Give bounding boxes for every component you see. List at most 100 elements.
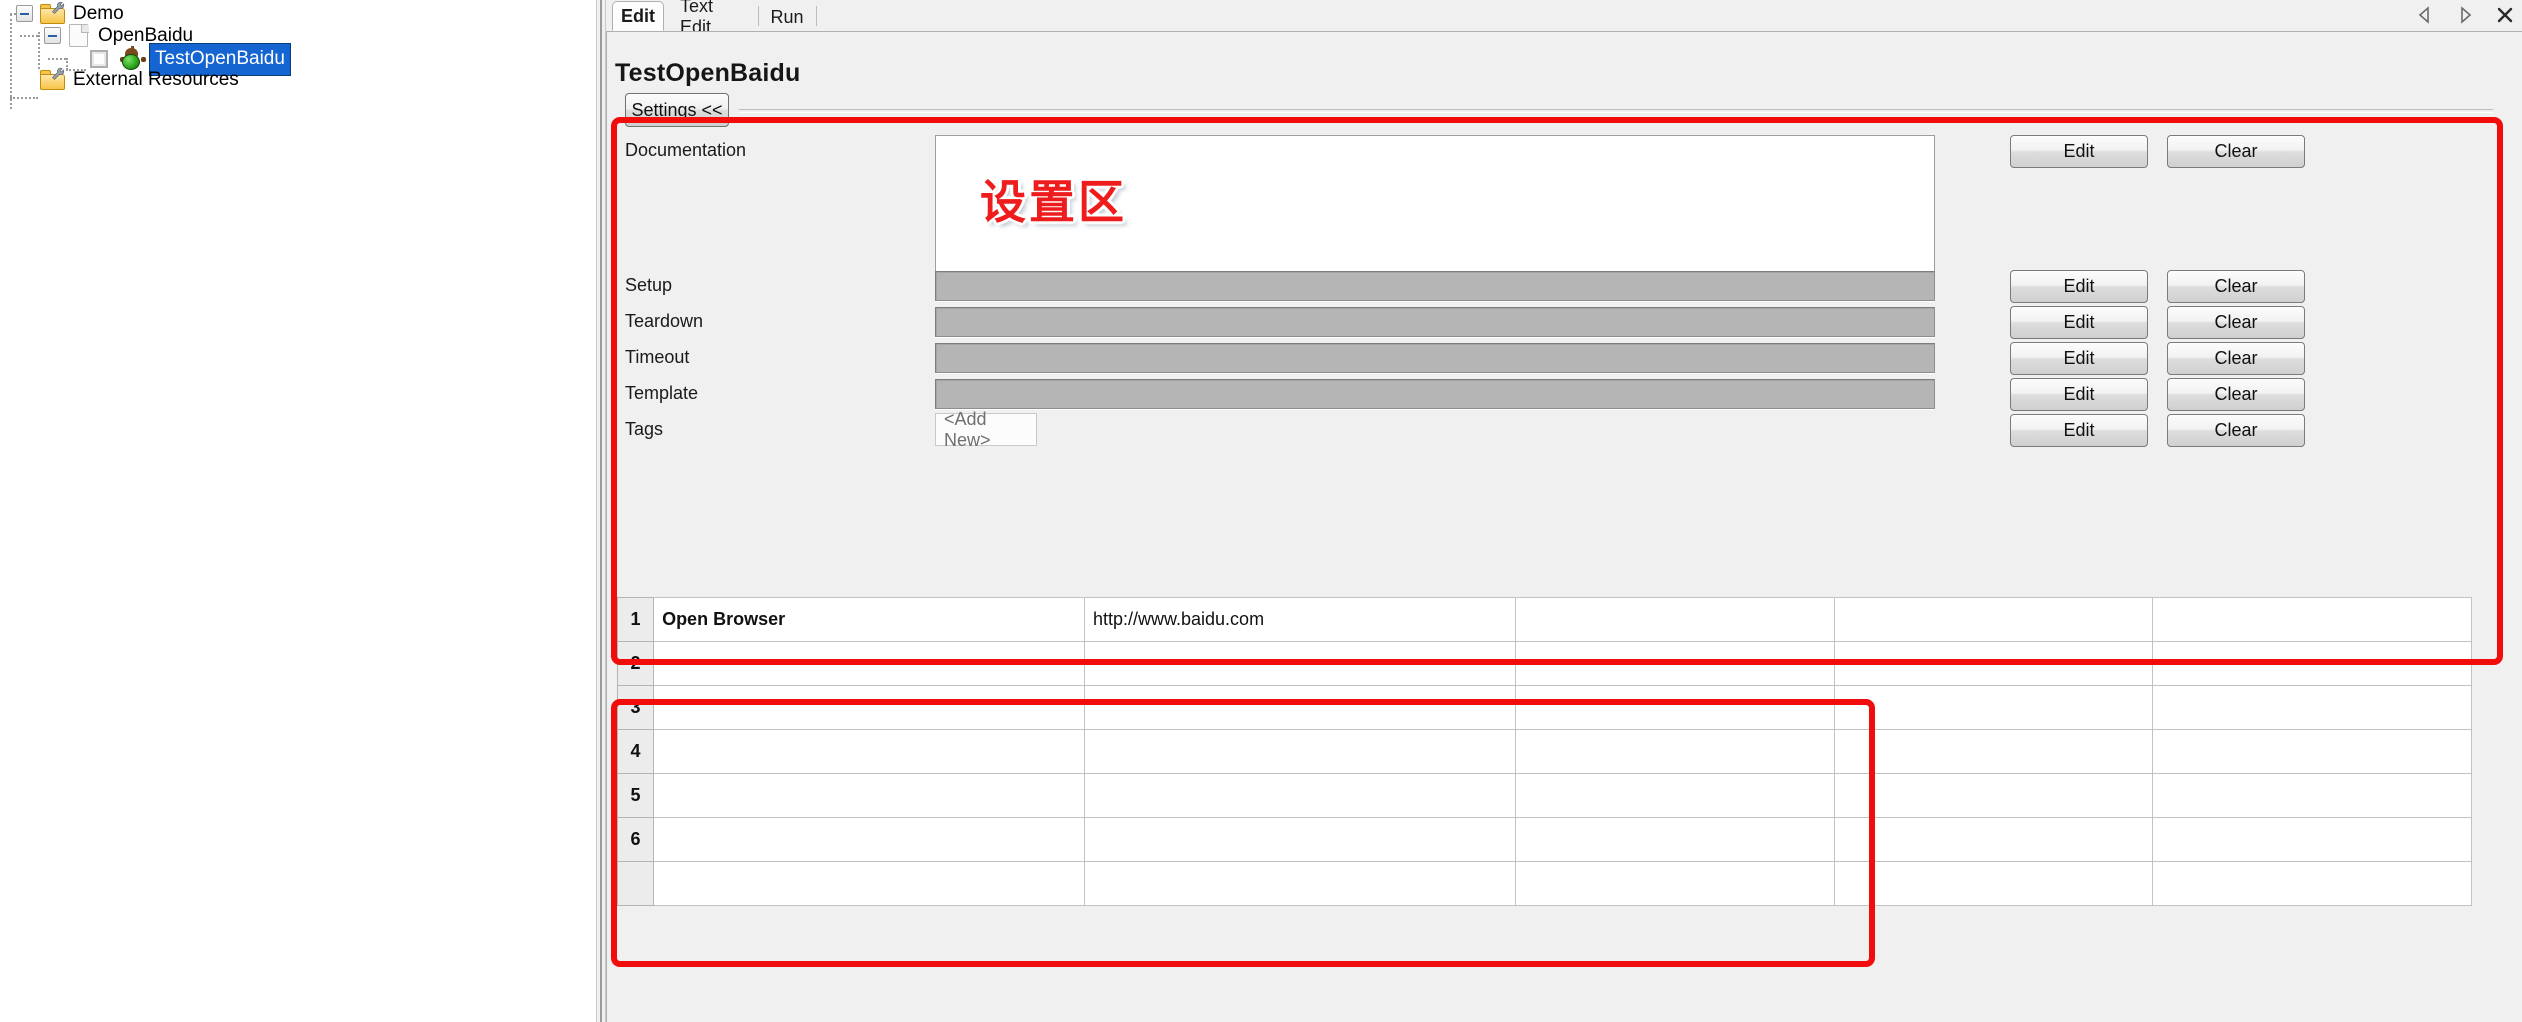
documentation-clear-button[interactable]: Clear [2167,135,2305,168]
table-row[interactable]: 6 [617,817,2472,862]
tab-run[interactable]: Run [764,3,810,31]
cell-keyword[interactable] [653,729,1085,774]
button-label: Edit [2063,420,2095,440]
settings-area-annotation: 设置区 [980,175,1127,229]
template-edit-button[interactable]: Edit [2010,378,2148,411]
cell-keyword[interactable] [653,773,1085,818]
tags-edit-button[interactable]: Edit [2010,414,2148,447]
cell-argument[interactable] [1514,817,1835,862]
cell-argument[interactable] [1833,861,2154,906]
cell-argument[interactable] [1833,817,2154,862]
button-label: Edit [2063,141,2095,161]
table-row[interactable]: 4 [617,729,2472,774]
settings-toggle-button[interactable]: Settings << [625,93,729,127]
cell-argument[interactable] [1514,729,1835,774]
prev-tab-button[interactable] [2414,4,2436,26]
button-label: Clear [2214,420,2258,440]
setup-edit-button[interactable]: Edit [2010,270,2148,303]
teardown-clear-button[interactable]: Clear [2167,306,2305,339]
button-label: Edit [2063,312,2095,332]
button-label: Clear [2214,141,2258,161]
cell-argument[interactable] [1083,817,1516,862]
cell-argument[interactable] [2152,729,2472,774]
cell-argument[interactable] [1514,685,1835,730]
template-input[interactable] [935,379,1935,409]
tab-controls [2414,4,2516,26]
cell-keyword[interactable] [653,641,1085,686]
button-label: Edit [2063,276,2095,296]
tree-item-external-resources[interactable]: External Resources [40,66,239,94]
button-label: Clear [2214,348,2258,368]
project-tree-panel[interactable]: Demo OpenBaidu TestOpenBaidu External Re… [0,0,596,1022]
cell-argument[interactable] [2152,641,2472,686]
cell-keyword[interactable] [653,817,1085,862]
cell-argument[interactable] [1083,641,1516,686]
setup-input[interactable] [935,271,1935,301]
tree-guide-line [20,35,38,37]
cell-argument[interactable] [2152,773,2472,818]
cell-argument[interactable] [2152,861,2472,906]
teardown-edit-button[interactable]: Edit [2010,306,2148,339]
setting-label: Setup [625,275,673,295]
cell-argument[interactable]: http://www.baidu.com [1083,597,1516,642]
timeout-input[interactable] [935,343,1935,373]
setup-clear-button[interactable]: Clear [2167,270,2305,303]
setting-label: Documentation [625,140,747,160]
cell-argument[interactable] [1083,729,1516,774]
cell-argument[interactable] [1833,641,2154,686]
tab-divider [758,6,759,26]
template-clear-button[interactable]: Clear [2167,378,2305,411]
keyword-grid[interactable]: 1 Open Browser http://www.baidu.com 2 3 … [617,597,2477,1022]
cell-argument[interactable] [1833,685,2154,730]
cell-argument[interactable] [1514,641,1835,686]
table-row[interactable]: 5 [617,773,2472,818]
next-tab-button[interactable] [2454,4,2476,26]
documentation-textarea[interactable]: 设置区 [935,135,1935,278]
tags-clear-button[interactable]: Clear [2167,414,2305,447]
cell-keyword[interactable]: Open Browser [653,597,1085,642]
tab-text-edit[interactable]: Text Edit [668,0,754,37]
table-row[interactable]: 3 [617,685,2472,730]
close-tab-button[interactable] [2494,4,2516,26]
row-number: 6 [617,817,655,862]
tree-guide-line [38,32,40,69]
cell-argument[interactable] [1514,773,1835,818]
cell-argument[interactable] [1833,773,2154,818]
editor-body: TestOpenBaidu Settings << Documentation … [606,31,2522,1022]
cell-argument[interactable] [2152,597,2472,642]
setting-row-documentation: Documentation 设置区 Edit Clear [617,135,2497,284]
folder-wrench-icon [40,1,66,25]
row-number: 2 [617,641,655,686]
cell-argument[interactable] [1833,597,2154,642]
cell-argument[interactable] [1833,729,2154,774]
cell-keyword[interactable] [653,685,1085,730]
cell-argument[interactable] [2152,817,2472,862]
tree-expander-openbaidu[interactable] [44,27,61,44]
cell-argument[interactable] [1083,773,1516,818]
setting-row-setup: Setup Edit Clear [617,270,2497,307]
table-row[interactable]: 1 Open Browser http://www.baidu.com [617,597,2472,642]
tags-add-new-button[interactable]: <Add New> [935,409,1037,450]
editor-panel: Edit Text Edit Run TestOpenBaidu Setting… [606,0,2522,1022]
teardown-input[interactable] [935,307,1935,337]
tree-expander-demo[interactable] [16,5,33,22]
setting-row-teardown: Teardown Edit Clear [617,306,2497,343]
cell-argument[interactable] [1083,685,1516,730]
setting-label: Timeout [625,347,690,367]
tab-edit[interactable]: Edit [612,1,664,31]
cell-argument[interactable] [2152,685,2472,730]
tab-label: Edit [621,5,655,26]
documentation-edit-button[interactable]: Edit [2010,135,2148,168]
table-row[interactable] [617,861,2472,906]
setting-row-template: Template Edit Clear [617,378,2497,415]
panel-splitter[interactable] [596,0,606,1022]
cell-argument[interactable] [1083,861,1516,906]
timeout-edit-button[interactable]: Edit [2010,342,2148,375]
cell-argument[interactable] [1514,597,1835,642]
table-row[interactable]: 2 [617,641,2472,686]
button-label: Clear [2214,276,2258,296]
cell-keyword[interactable] [653,861,1085,906]
setting-row-timeout: Timeout Edit Clear [617,342,2497,379]
cell-argument[interactable] [1514,861,1835,906]
timeout-clear-button[interactable]: Clear [2167,342,2305,375]
